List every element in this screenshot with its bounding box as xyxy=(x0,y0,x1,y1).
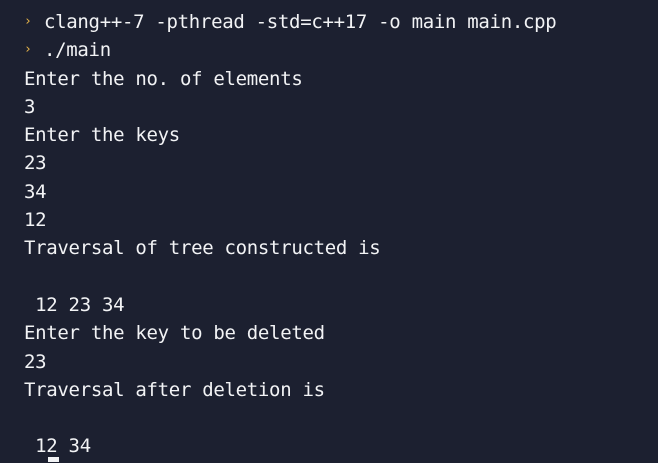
output-line: 23 xyxy=(24,152,47,175)
command-line: › ./main xyxy=(24,36,658,64)
text-cursor xyxy=(48,457,59,462)
output-line: 12 23 34 xyxy=(24,293,125,316)
output-line: Enter the keys xyxy=(24,124,180,147)
command-text: ./main xyxy=(44,39,111,62)
command-line: › clang++-7 -pthread -std=c++17 -o main … xyxy=(24,8,658,36)
output-line: Enter the key to be deleted xyxy=(24,322,325,345)
output-line: 3 xyxy=(24,95,36,118)
output-line: Enter the no. of elements xyxy=(24,67,303,90)
output-line: 12 xyxy=(24,209,47,232)
output-line: Traversal after deletion is xyxy=(24,378,325,401)
prompt-arrow-icon: › xyxy=(24,42,32,58)
prompt-arrow-icon: › xyxy=(24,14,32,29)
command-text: clang++-7 -pthread -std=c++17 -o main ma… xyxy=(44,11,557,33)
terminal-window[interactable]: › clang++-7 -pthread -std=c++17 -o main … xyxy=(0,0,658,463)
output-line: 12 34 xyxy=(24,435,91,458)
output-line: 23 xyxy=(24,350,47,373)
output-line: Traversal of tree constructed is xyxy=(24,237,381,260)
output-line: 34 xyxy=(24,180,47,203)
